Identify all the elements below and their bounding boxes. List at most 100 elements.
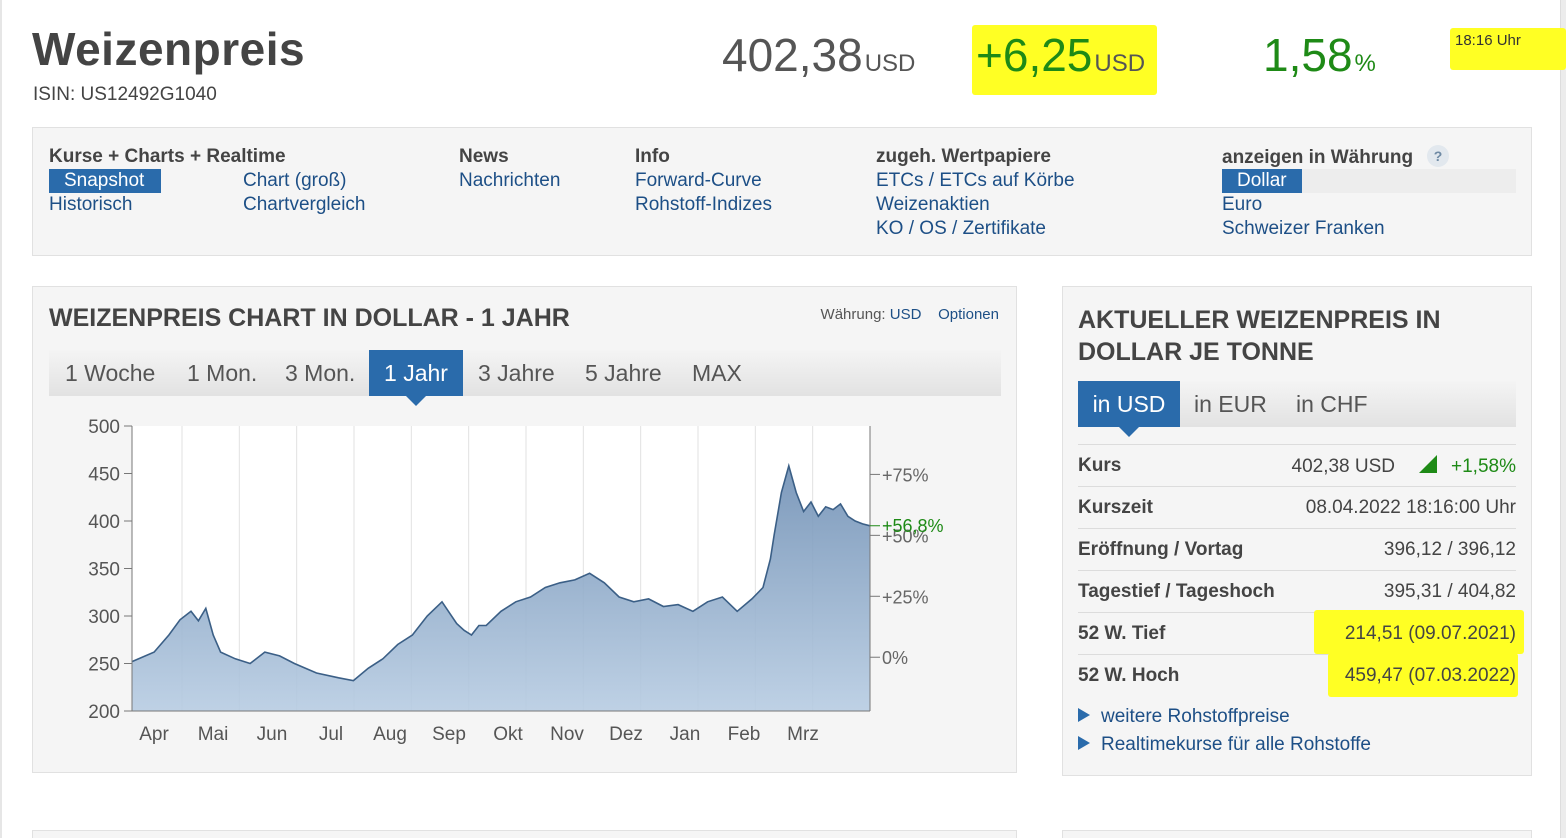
next-panel [32,830,1017,838]
row-tagestief: Tagestief / Tageshoch 395,31 / 404,82 [1078,570,1516,612]
nav-col-charts-2: Chart (groß) Chartvergleich [243,169,366,217]
row-label: Eröffnung / Vortag [1078,539,1244,560]
instrument-nav: Kurse + Charts + Realtime Snapshot Histo… [32,127,1532,256]
nav-link-ko-os-zertifikate[interactable]: KO / OS / Zertifikate [876,217,1075,241]
link-label: weitere Rohstoffpreise [1101,706,1290,727]
kurs-change: +1,58% [1451,456,1516,477]
row-label: Tagestief / Tageshoch [1078,581,1275,602]
price-panel: AKTUELLER WEIZENPREIS IN DOLLAR JE TONNE… [1062,286,1532,776]
x-tick-label: Okt [493,724,523,745]
x-tick-label: Mrz [787,724,819,745]
tab-label: in USD [1092,391,1166,417]
tab-in-chf[interactable]: in CHF [1296,381,1368,427]
x-tick-label: Aug [373,724,407,745]
x-tick-label: Nov [550,724,584,745]
nav-heading: News [459,146,509,167]
nav-col-news: News Nachrichten [459,145,560,193]
currency-heading: anzeigen in Währung [1222,147,1414,168]
row-value: 459,47 (07.03.2022) [1344,665,1516,686]
price-panel-title: AKTUELLER WEIZENPREIS IN DOLLAR JE TONNE [1078,306,1441,366]
link-label: Realtimekurse für alle Rohstoffe [1101,734,1371,755]
nav-link-snapshot[interactable]: Snapshot [49,169,161,193]
price-change: +6,25USD [976,28,1145,82]
x-tick-label: Apr [139,724,169,745]
row-value: 214,51 (09.07.2021) [1344,623,1516,644]
x-tick-label: Sep [432,724,466,745]
row-52w-hoch: 52 W. Hoch 459,47 (07.03.2022) [1078,653,1518,697]
nav-link-etcs[interactable]: ETCs / ETCs auf Körbe [876,169,1075,193]
row-label: Kurszeit [1078,497,1153,518]
row-label: Kurs [1078,455,1122,476]
nav-col-waehrung: anzeigen in Währung? Dollar Euro Schweiz… [1222,145,1516,241]
right-tick-label: +75% [882,465,929,485]
currency-option-chf[interactable]: Schweizer Franken [1222,217,1516,241]
change-value: +6,25 [976,29,1093,81]
row-label: 52 W. Tief [1078,623,1166,644]
y-tick-label: 400 [88,512,120,533]
link-weitere-rohstoffpreise[interactable]: weitere Rohstoffpreise [1078,706,1290,728]
row-label: 52 W. Hoch [1078,665,1180,686]
row-kurs: Kurs 402,38 USD +1,58% [1078,444,1516,486]
link-realtimekurse[interactable]: Realtimekurse für alle Rohstoffe [1078,734,1371,756]
y-tick-label: 450 [88,465,120,486]
nav-col-info: Info Forward-Curve Rohstoff-Indizes [635,145,772,217]
chart-panel: WEIZENPREIS CHART IN DOLLAR - 1 JAHR Wäh… [32,286,1017,773]
active-tab-caret [1119,427,1139,437]
row-52w-tief: 52 W. Tief 214,51 (09.07.2021) [1078,610,1524,654]
arrow-right-icon [1078,708,1090,722]
scrollbar[interactable] [1560,0,1566,838]
currency-option-dollar[interactable]: Dollar [1222,169,1302,193]
current-price: 402,38USD [722,28,915,82]
page-edge [0,0,2,838]
price-currency-tabs: in USD in EUR in CHF [1078,381,1516,437]
y-tick-label: 300 [88,607,120,628]
x-tick-label: Jul [319,724,343,745]
tab-in-usd[interactable]: in USD [1078,381,1180,437]
up-arrow-icon [1419,455,1438,473]
change-unit: USD [1094,50,1146,77]
right-tick-label: +25% [882,587,929,607]
nav-heading: zugeh. Wertpapiere [876,146,1051,167]
pct-unit: % [1354,50,1376,77]
price-change-percent: 1,58% [1263,28,1376,82]
currency-selected-row: Dollar [1222,169,1516,193]
nav-link-chartvergleich[interactable]: Chartvergleich [243,193,366,217]
nav-heading: Info [635,146,670,167]
current-value-label: +56,8% [882,516,944,536]
row-value: 395,31 / 404,82 [1383,581,1516,602]
y-tick-label: 500 [88,417,120,438]
x-tick-label: Jun [257,724,288,745]
price-unit: USD [864,50,916,77]
currency-option-euro[interactable]: Euro [1222,193,1516,217]
page-title: Weizenpreis [32,23,306,75]
price-value: 402,38 [722,29,863,81]
row-value: 08.04.2022 18:16:00 Uhr [1305,497,1516,518]
y-tick-label: 200 [88,702,120,723]
nav-link-rohstoff-indizes[interactable]: Rohstoff-Indizes [635,193,772,217]
isin-label: ISIN: US12492G1040 [33,84,217,105]
x-tick-label: Feb [728,724,761,745]
price-chart[interactable]: 500 450 400 350 300 250 200 Apr Mai Jun Jul Aug Sep O… [33,287,1018,774]
nav-heading: anzeigen in Währung? [1222,145,1516,169]
y-tick-label: 350 [88,560,120,581]
x-tick-label: Mai [198,724,229,745]
tab-in-eur[interactable]: in EUR [1194,381,1267,427]
right-tick-label: 0% [882,648,908,668]
nav-link-nachrichten[interactable]: Nachrichten [459,169,560,193]
nav-heading: Kurse + Charts + Realtime [49,146,286,167]
next-panel [1062,830,1532,838]
quote-time: 18:16 Uhr [1455,32,1521,49]
arrow-right-icon [1078,736,1090,750]
y-tick-label: 250 [88,655,120,676]
x-tick-label: Jan [670,724,701,745]
nav-col-wertpapiere: zugeh. Wertpapiere ETCs / ETCs auf Körbe… [876,145,1075,241]
nav-link-forward-curve[interactable]: Forward-Curve [635,169,772,193]
help-icon[interactable]: ? [1427,145,1450,167]
row-value: 402,38 USD +1,58% [1291,455,1516,478]
pct-value: 1,58 [1263,29,1353,81]
nav-link-chart-gross[interactable]: Chart (groß) [243,169,366,193]
row-value: 396,12 / 396,12 [1383,539,1516,560]
nav-link-weizenaktien[interactable]: Weizenaktien [876,193,1075,217]
row-eroeffnung: Eröffnung / Vortag 396,12 / 396,12 [1078,528,1516,570]
kurs-value: 402,38 USD [1291,456,1396,477]
